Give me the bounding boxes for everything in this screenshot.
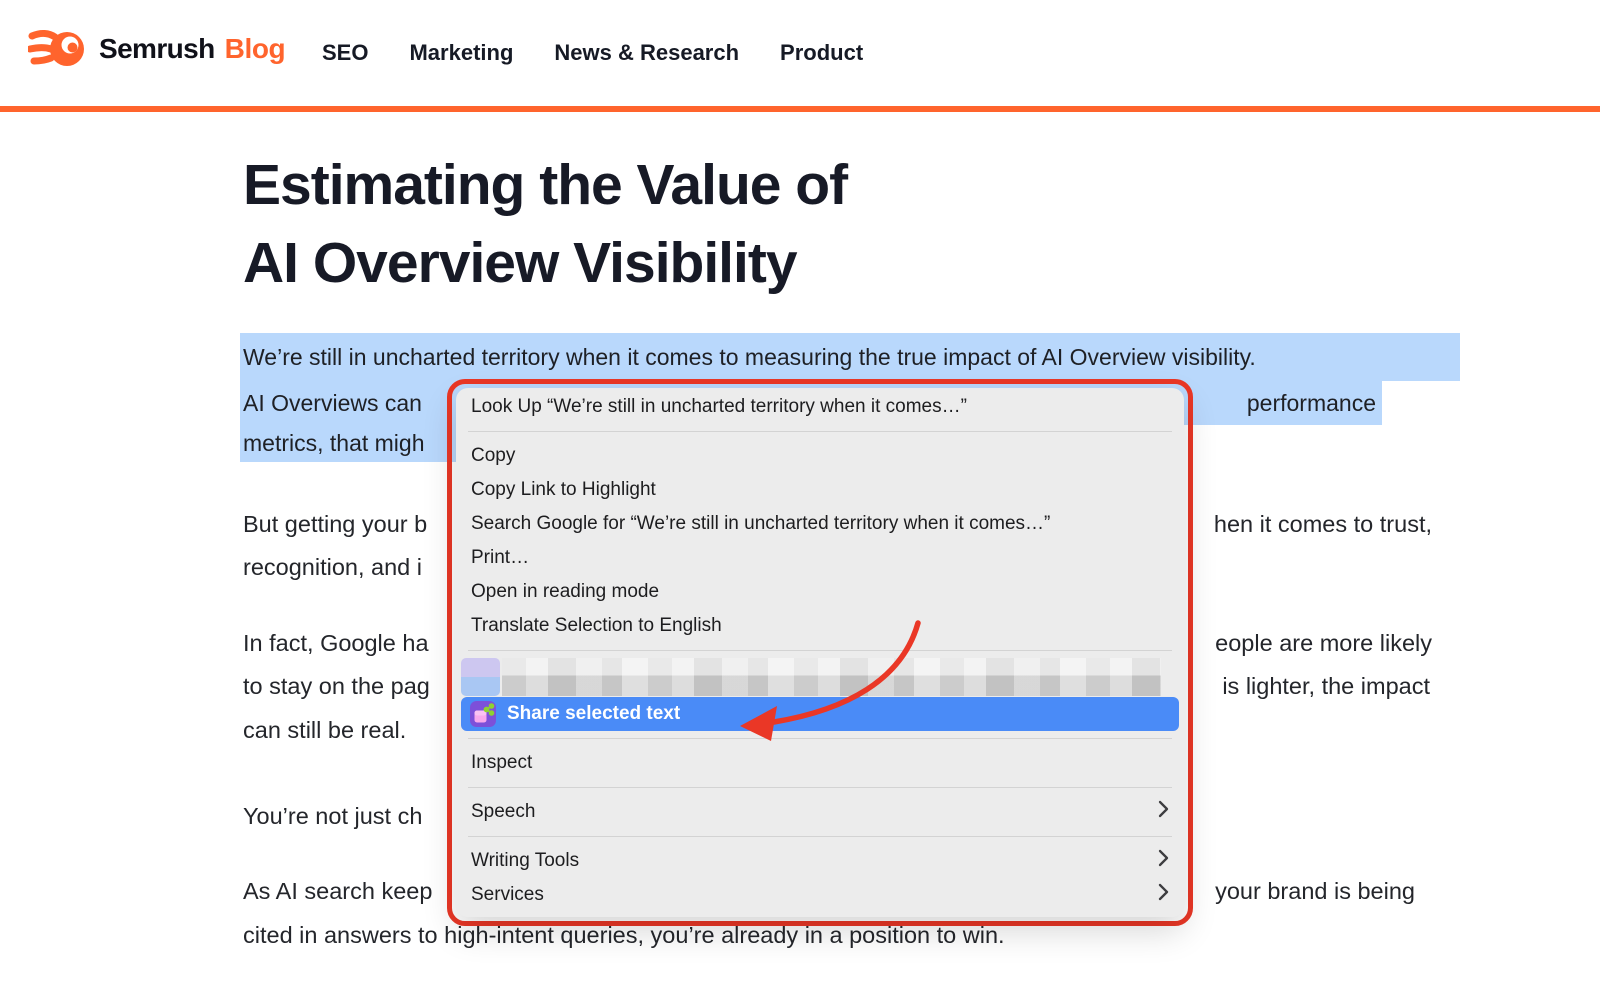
context-menu: Look Up “We’re still in uncharted territ… [456, 388, 1184, 917]
paragraph-fragment: In fact, Google ha [243, 630, 429, 657]
nav-item-marketing[interactable]: Marketing [409, 40, 513, 66]
page-title-line-1: Estimating the Value of [243, 153, 847, 217]
menu-item-open-reading-mode[interactable]: Open in reading mode [456, 575, 1184, 609]
menu-item-share-selected-text[interactable]: Share selected text [461, 697, 1179, 731]
brand-name: Semrush [99, 33, 215, 65]
menu-divider [468, 787, 1172, 788]
menu-item-print[interactable]: Print… [456, 541, 1184, 575]
page-title: Estimating the Value of AI Overview Visi… [243, 146, 847, 302]
chevron-right-icon [1158, 800, 1169, 824]
paragraph-fragment: As AI search keep [243, 878, 432, 905]
menu-item-services[interactable]: Services [456, 878, 1184, 912]
brand-suffix: Blog [225, 33, 286, 65]
menu-item-writing-tools[interactable]: Writing Tools [456, 844, 1184, 878]
selected-text-line-1: We’re still in uncharted territory when … [240, 333, 1460, 381]
chevron-right-icon [1158, 883, 1169, 907]
nav-item-news-research[interactable]: News & Research [554, 40, 739, 66]
menu-item-label: Translate Selection to English [471, 615, 722, 637]
selected-text: performance [1247, 390, 1376, 417]
paragraph-fragment: is lighter, the impact [1222, 673, 1430, 700]
page-title-line-2: AI Overview Visibility [243, 231, 797, 295]
main-nav: SEO Marketing News & Research Product [322, 40, 863, 66]
menu-item-look-up[interactable]: Look Up “We’re still in uncharted territ… [456, 390, 1184, 424]
menu-item-translate-selection[interactable]: Translate Selection to English [456, 609, 1184, 643]
menu-item-label: Copy [471, 445, 515, 467]
paragraph-fragment: eople are more likely [1215, 630, 1432, 657]
menu-divider [468, 650, 1172, 651]
page: Semrush Blog SEO Marketing News & Resear… [0, 0, 1600, 1005]
paragraph-fragment: hen it comes to trust, [1214, 511, 1432, 538]
semrush-logo-icon [28, 26, 86, 72]
menu-item-label: Share selected text [507, 703, 680, 725]
menu-item-label: Writing Tools [471, 850, 579, 872]
menu-item-label: Look Up “We’re still in uncharted territ… [471, 396, 967, 418]
menu-item-inspect[interactable]: Inspect [456, 746, 1184, 780]
paragraph-fragment: recognition, and i [243, 554, 422, 581]
paragraph-fragment: You’re not just ch [243, 803, 422, 830]
site-header: Semrush Blog SEO Marketing News & Resear… [0, 0, 1600, 112]
paragraph-fragment: can still be real. [243, 717, 406, 744]
menu-item-label: Copy Link to Highlight [471, 479, 656, 501]
nav-item-seo[interactable]: SEO [322, 40, 368, 66]
paragraph-fragment: your brand is being [1215, 878, 1415, 905]
paragraph-fragment: But getting your b [243, 511, 427, 538]
menu-divider [468, 738, 1172, 739]
nav-item-product[interactable]: Product [780, 40, 863, 66]
menu-item-label: Print… [471, 547, 529, 569]
brand[interactable]: Semrush Blog [28, 26, 285, 72]
menu-item-label: Speech [471, 801, 535, 823]
selected-text: AI Overviews can [243, 390, 422, 417]
chevron-right-icon [1158, 849, 1169, 873]
paragraph-fragment: to stay on the pag [243, 673, 430, 700]
menu-divider [468, 431, 1172, 432]
menu-item-speech[interactable]: Speech [456, 795, 1184, 829]
menu-item-copy-link-to-highlight[interactable]: Copy Link to Highlight [456, 473, 1184, 507]
menu-item-label: Open in reading mode [471, 581, 659, 603]
selected-text: metrics, that migh [243, 430, 425, 457]
paragraph-fragment: cited in answers to high-intent queries,… [243, 922, 1005, 949]
menu-item-search-google[interactable]: Search Google for “We’re still in unchar… [456, 507, 1184, 541]
share-app-icon [470, 701, 496, 727]
selected-text: We’re still in uncharted territory when … [243, 344, 1256, 371]
menu-divider [468, 836, 1172, 837]
menu-item-label: Services [471, 884, 544, 906]
redacted-app-icon [461, 658, 500, 696]
menu-item-label: Search Google for “We’re still in unchar… [471, 513, 1050, 535]
selected-text-line-3: metrics, that migh [240, 425, 472, 462]
annotation-highlight-box: Look Up “We’re still in uncharted territ… [447, 379, 1193, 926]
redacted-label-blur [502, 658, 1161, 696]
menu-item-label: Inspect [471, 752, 532, 774]
menu-item-copy[interactable]: Copy [456, 439, 1184, 473]
menu-item-redacted[interactable] [461, 658, 1179, 696]
